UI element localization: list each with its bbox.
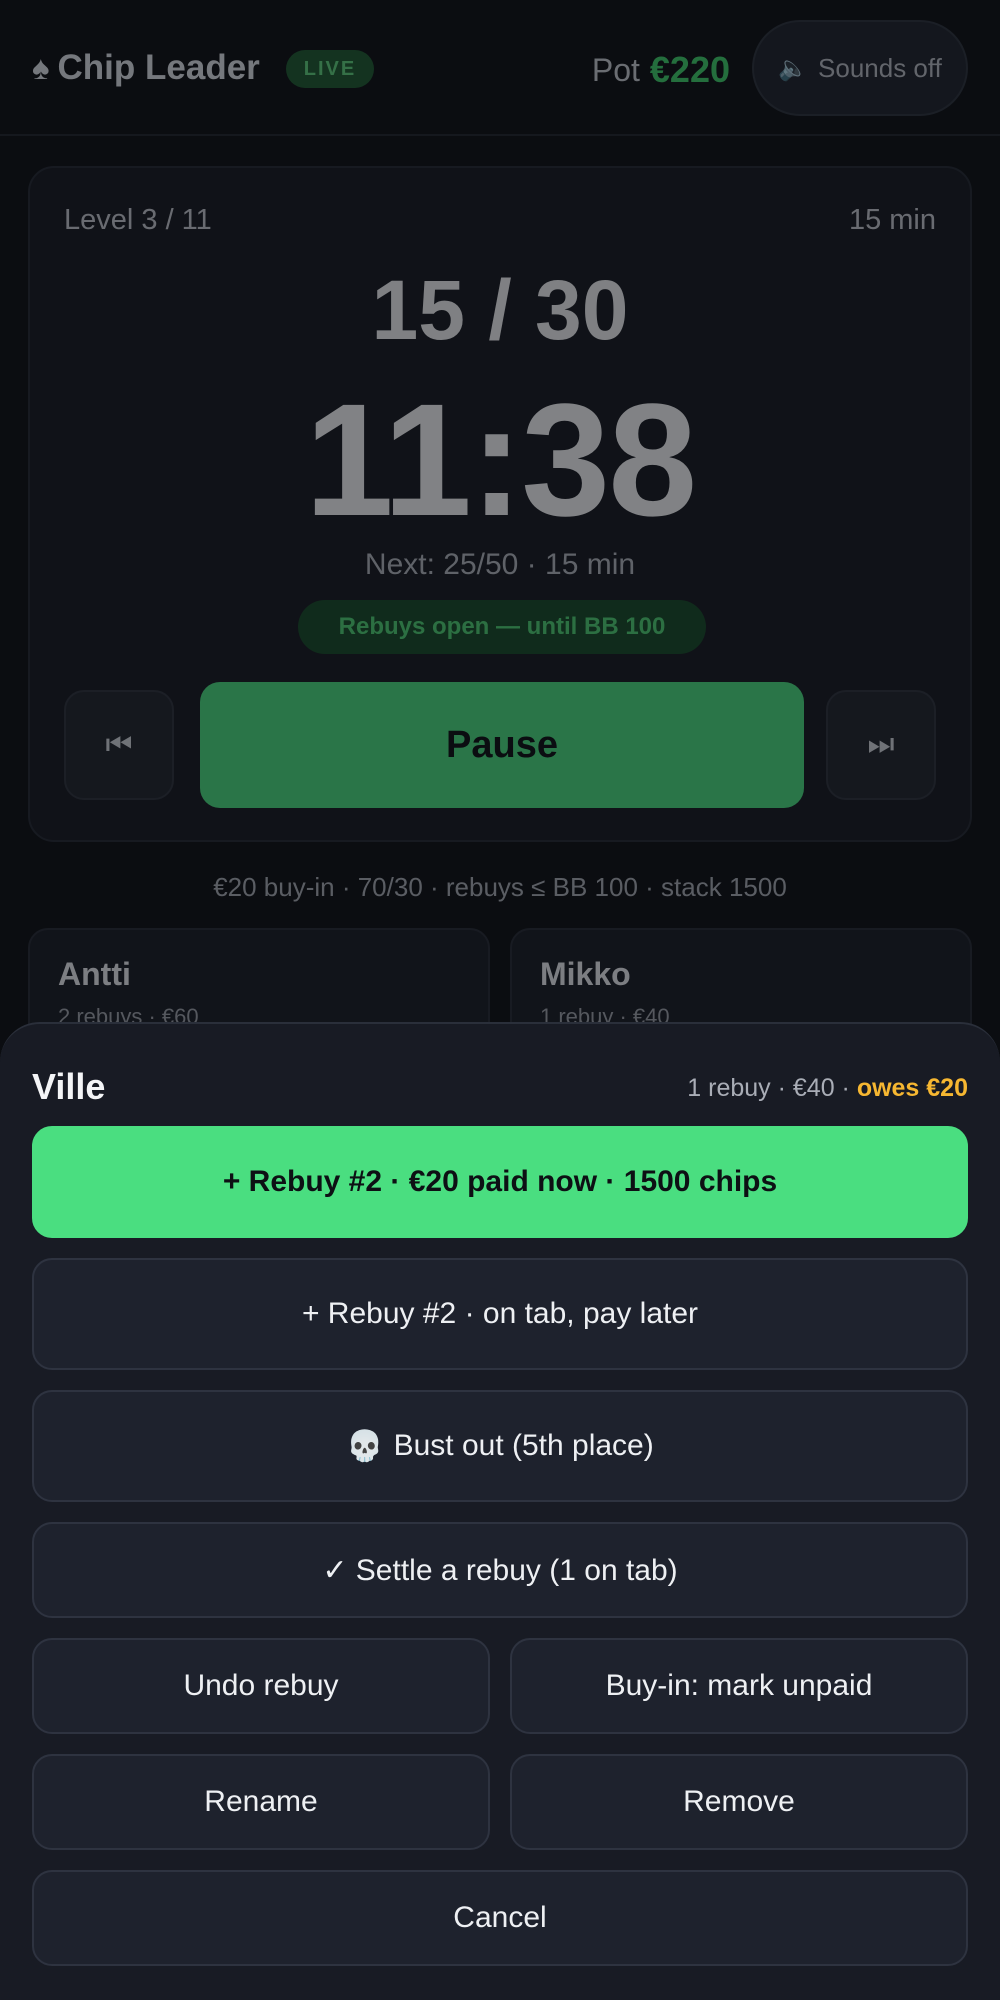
- pot-display: Pot €220: [592, 48, 730, 92]
- blinds-display: 15 / 30: [371, 263, 629, 357]
- mark-unpaid-button[interactable]: Buy-in: mark unpaid: [510, 1638, 968, 1734]
- pot-amount: €220: [649, 49, 730, 90]
- countdown-clock: 11:38: [304, 370, 697, 549]
- skip-forward-icon: ⏭: [867, 728, 895, 761]
- tournament-rules: €20 buy-in · 70/30 · rebuys ≤ BB 100 · s…: [213, 872, 787, 902]
- pot-label: Pot: [591, 51, 640, 88]
- pause-button[interactable]: Pause: [200, 682, 804, 808]
- player-name: Mikko: [540, 956, 631, 992]
- rebuy-summary: 1 rebuy · €40 ·: [687, 1074, 857, 1102]
- bust-out-button[interactable]: 💀 Bust out (5th place): [32, 1390, 968, 1502]
- live-badge: LIVE: [286, 50, 374, 88]
- cancel-button[interactable]: Cancel: [32, 1870, 968, 1966]
- rename-button[interactable]: Rename: [32, 1754, 490, 1850]
- owes-amount: owes €20: [856, 1074, 968, 1102]
- brand: ♠ Chip Leader: [32, 46, 260, 90]
- sheet-player-name: Ville: [32, 1066, 106, 1107]
- top-bar: ♠ Chip Leader LIVE Pot €220 🔈 Sounds off: [0, 0, 1000, 136]
- skull-icon: 💀: [346, 1429, 384, 1463]
- level-label: Level 3 / 11: [64, 204, 212, 236]
- settle-rebuy-button[interactable]: ✓ Settle a rebuy (1 on tab): [32, 1522, 968, 1618]
- rebuy-paid-button[interactable]: + Rebuy #2 · €20 paid now · 1500 chips: [32, 1126, 968, 1238]
- rebuy-status-pill: Rebuys open — until BB 100: [298, 600, 706, 654]
- speaker-muted-icon: 🔈: [778, 54, 809, 82]
- level-duration: 15 min: [848, 204, 936, 236]
- skip-back-icon: ⏮: [105, 728, 133, 761]
- previous-level-button[interactable]: ⏮: [64, 690, 174, 800]
- app-screen: ♠ Chip Leader LIVE Pot €220 🔈 Sounds off…: [0, 0, 1000, 2000]
- sounds-toggle-button[interactable]: 🔈 Sounds off: [752, 20, 968, 116]
- sounds-label: Sounds off: [818, 52, 942, 83]
- brand-title: Chip Leader: [57, 48, 260, 87]
- next-level-button[interactable]: ⏭: [826, 690, 936, 800]
- player-name: Antti: [58, 956, 131, 992]
- undo-rebuy-button[interactable]: Undo rebuy: [32, 1638, 490, 1734]
- remove-button[interactable]: Remove: [510, 1754, 968, 1850]
- player-action-sheet: Ville 1 rebuy · €40 · owes €20 + Rebuy #…: [0, 1022, 1000, 2000]
- sheet-player-meta: 1 rebuy · €40 · owes €20: [687, 1074, 968, 1103]
- bust-out-label: Bust out (5th place): [393, 1429, 654, 1462]
- spade-icon: ♠: [32, 49, 50, 86]
- next-level-info: Next: 25/50 · 15 min: [364, 548, 636, 581]
- timer-card: Level 3 / 11 15 min 15 / 30 11:38 Next: …: [28, 166, 972, 842]
- rebuy-on-tab-button[interactable]: + Rebuy #2 · on tab, pay later: [32, 1258, 968, 1370]
